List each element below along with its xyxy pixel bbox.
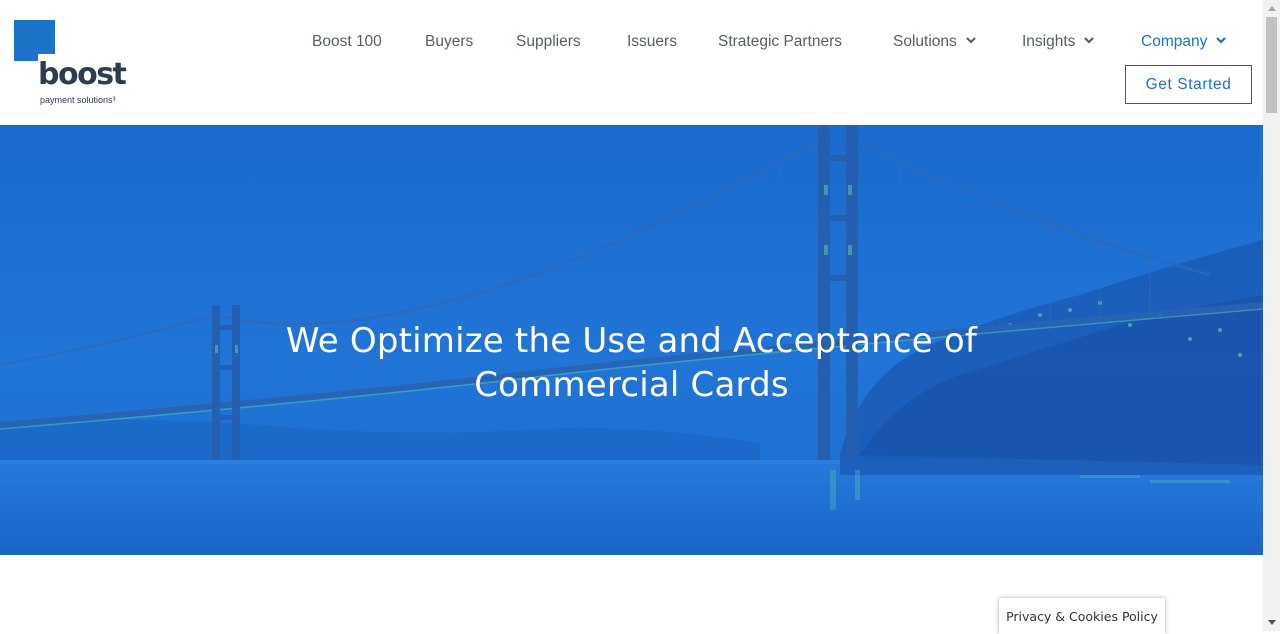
nav-item-label: Strategic Partners <box>718 33 843 50</box>
get-started-button[interactable]: Get Started <box>1125 65 1252 104</box>
nav-item-label: Boost 100 <box>312 33 382 50</box>
nav-item-solutions[interactable]: Solutions <box>893 31 976 53</box>
nav-item-label: Solutions <box>893 33 957 51</box>
chevron-down-icon <box>1084 29 1095 51</box>
nav-item-buyers[interactable]: Buyers <box>425 31 473 53</box>
nav-item-boost-100[interactable]: Boost 100 <box>312 31 382 53</box>
logo-wordmark: boost <box>38 57 127 92</box>
scrollbar-thumb[interactable] <box>1266 17 1277 113</box>
nav-item-label: Company <box>1141 33 1208 51</box>
chevron-down-icon <box>965 29 976 51</box>
scroll-down-arrow-icon[interactable] <box>1263 614 1280 631</box>
hero-banner: We Optimize the Use and Acceptance of Co… <box>0 125 1263 555</box>
main-nav: Boost 100 Buyers Suppliers Issuers Strat… <box>0 31 1263 53</box>
nav-item-company[interactable]: Company <box>1141 29 1227 53</box>
scroll-up-arrow-icon[interactable] <box>1263 0 1280 17</box>
site-header: boost payment solutions³ Boost 100 Buyer… <box>0 0 1263 125</box>
chevron-down-icon <box>1216 29 1227 51</box>
nav-item-label: Buyers <box>425 33 474 50</box>
nav-item-strategic-partners[interactable]: Strategic Partners <box>718 31 842 53</box>
hero-headline-line2: Commercial Cards <box>474 364 789 405</box>
nav-item-insights[interactable]: Insights <box>1022 29 1095 53</box>
logo-tagline: payment solutions³ <box>40 95 116 105</box>
nav-item-suppliers[interactable]: Suppliers <box>516 31 581 53</box>
nav-item-label: Issuers <box>627 33 677 50</box>
hero-headline-line1: We Optimize the Use and Acceptance of <box>285 320 978 361</box>
hero-headline: We Optimize the Use and Acceptance of Co… <box>0 319 1263 407</box>
nav-item-issuers[interactable]: Issuers <box>627 31 677 53</box>
nav-item-label: Suppliers <box>516 33 581 50</box>
vertical-scrollbar[interactable] <box>1263 0 1280 631</box>
nav-item-label: Insights <box>1022 33 1076 51</box>
privacy-cookies-policy-button[interactable]: Privacy & Cookies Policy <box>999 598 1165 634</box>
